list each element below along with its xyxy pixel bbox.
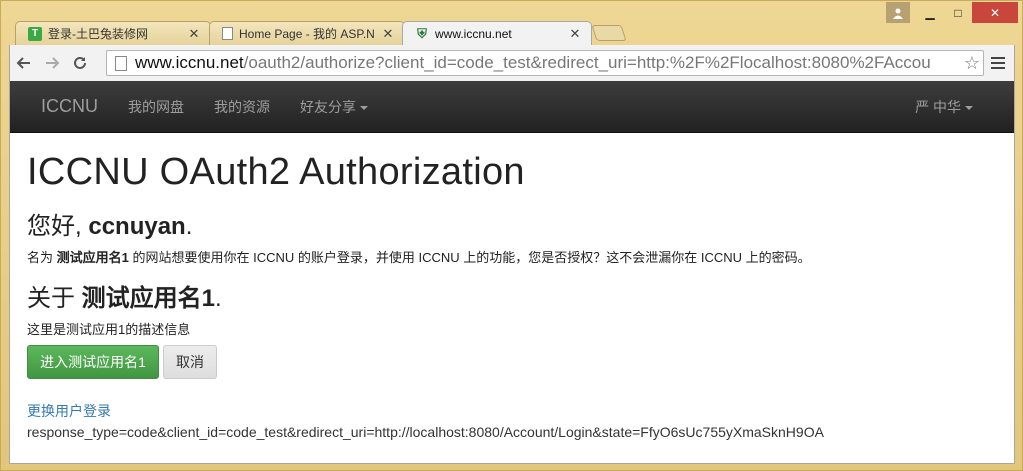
greeting-prefix: 您好, — [27, 213, 89, 240]
about-suffix: . — [215, 285, 222, 312]
app-description: 这里是测试应用1的描述信息 — [27, 322, 191, 337]
tab-home-page[interactable]: Home Page - 我的 ASP.N ✕ — [209, 21, 405, 45]
back-button[interactable] — [10, 49, 38, 77]
window-controls: ▁ □ ✕ — [886, 2, 1018, 23]
chrome-menu-icon[interactable] — [988, 52, 1008, 74]
desc-suffix: 的网站想要使用你在 ICCNU 的账户登录，并使用 ICCNU 上的功能，您是否… — [128, 250, 811, 265]
switch-user-link[interactable]: 更换用户登录 — [27, 401, 997, 421]
page-icon — [115, 55, 127, 71]
main-content: ICCNU OAuth2 Authorization 您好, ccnuyan. … — [10, 151, 1014, 440]
tab-tubatu[interactable]: T 登录-土巴兔装修网 ✕ — [15, 21, 211, 45]
username: ccnuyan — [88, 213, 186, 240]
nav-my-resources[interactable]: 我的资源 — [214, 97, 270, 117]
new-tab-button[interactable] — [591, 25, 627, 41]
close-window-button[interactable]: ✕ — [972, 2, 1018, 23]
app-name: 测试应用名1 — [81, 285, 216, 312]
site-brand[interactable]: ICCNU — [41, 96, 98, 117]
about-prefix: 关于 — [27, 285, 82, 312]
nav-friend-share[interactable]: 好友分享 — [300, 97, 368, 117]
action-buttons: 进入测试应用名1 取消 — [27, 345, 997, 379]
maximize-button[interactable]: □ — [944, 2, 972, 23]
close-tab-icon[interactable]: ✕ — [569, 26, 581, 42]
url-host: www.iccnu.net — [135, 53, 244, 72]
tab-iccnu[interactable]: ⛨ www.iccnu.net ✕ — [402, 21, 592, 45]
tubatu-favicon-icon: T — [28, 26, 42, 41]
url-text[interactable]: www.iccnu.net/oauth2/authorize?client_id… — [135, 53, 961, 73]
nav-my-drive[interactable]: 我的网盘 — [128, 97, 184, 117]
authorization-description: 名为 测试应用名1 的网站想要使用你在 ICCNU 的账户登录，并使用 ICCN… — [27, 247, 997, 266]
user-icon[interactable] — [886, 2, 910, 23]
close-tab-icon[interactable]: ✕ — [382, 26, 394, 42]
reload-button[interactable] — [66, 49, 94, 77]
caret-down-icon — [360, 105, 368, 110]
bookmark-star-icon[interactable]: ☆ — [961, 53, 983, 74]
greeting-heading: 您好, ccnuyan. — [27, 206, 997, 241]
tab-title: www.iccnu.net — [435, 26, 512, 41]
user-name: 严 中华 — [915, 98, 961, 115]
page-title: ICCNU OAuth2 Authorization — [27, 151, 525, 193]
browser-window: ▁ □ ✕ T 登录-土巴兔装修网 ✕ Home Page - 我的 ASP.N… — [0, 0, 1023, 471]
doc-icon — [222, 27, 233, 40]
caret-down-icon — [965, 105, 973, 110]
forward-button[interactable] — [38, 49, 66, 77]
page-viewport: ICCNU 我的网盘 我的资源 好友分享 严 中华 ICCNU OAuth2 A… — [9, 81, 1015, 464]
desc-prefix: 名为 — [27, 250, 57, 265]
url-path: /oauth2/authorize?client_id=code_test&re… — [243, 53, 931, 72]
tab-strip: T 登录-土巴兔装修网 ✕ Home Page - 我的 ASP.N ✕ ⛨ w… — [9, 21, 1009, 45]
user-menu[interactable]: 严 中华 — [915, 97, 973, 117]
minimize-button[interactable]: ▁ — [916, 2, 944, 23]
enter-app-button[interactable]: 进入测试应用名1 — [27, 345, 159, 379]
cancel-button[interactable]: 取消 — [163, 345, 217, 379]
address-bar[interactable]: www.iccnu.net/oauth2/authorize?client_id… — [106, 50, 984, 76]
about-heading: 关于 测试应用名1. — [27, 278, 997, 313]
tab-title: Home Page - 我的 ASP.N — [239, 27, 375, 41]
greeting-suffix: . — [185, 213, 193, 240]
nav-friend-share-label: 好友分享 — [300, 98, 356, 115]
response-parameters: response_type=code&client_id=code_test&r… — [27, 424, 824, 440]
tab-title: 登录-土巴兔装修网 — [48, 27, 148, 41]
app-name: 测试应用名1 — [56, 250, 129, 265]
close-tab-icon[interactable]: ✕ — [188, 26, 200, 42]
browser-toolbar: www.iccnu.net/oauth2/authorize?client_id… — [9, 45, 1015, 81]
site-navbar: ICCNU 我的网盘 我的资源 好友分享 严 中华 — [10, 81, 1014, 133]
shield-icon: ⛨ — [417, 25, 427, 41]
